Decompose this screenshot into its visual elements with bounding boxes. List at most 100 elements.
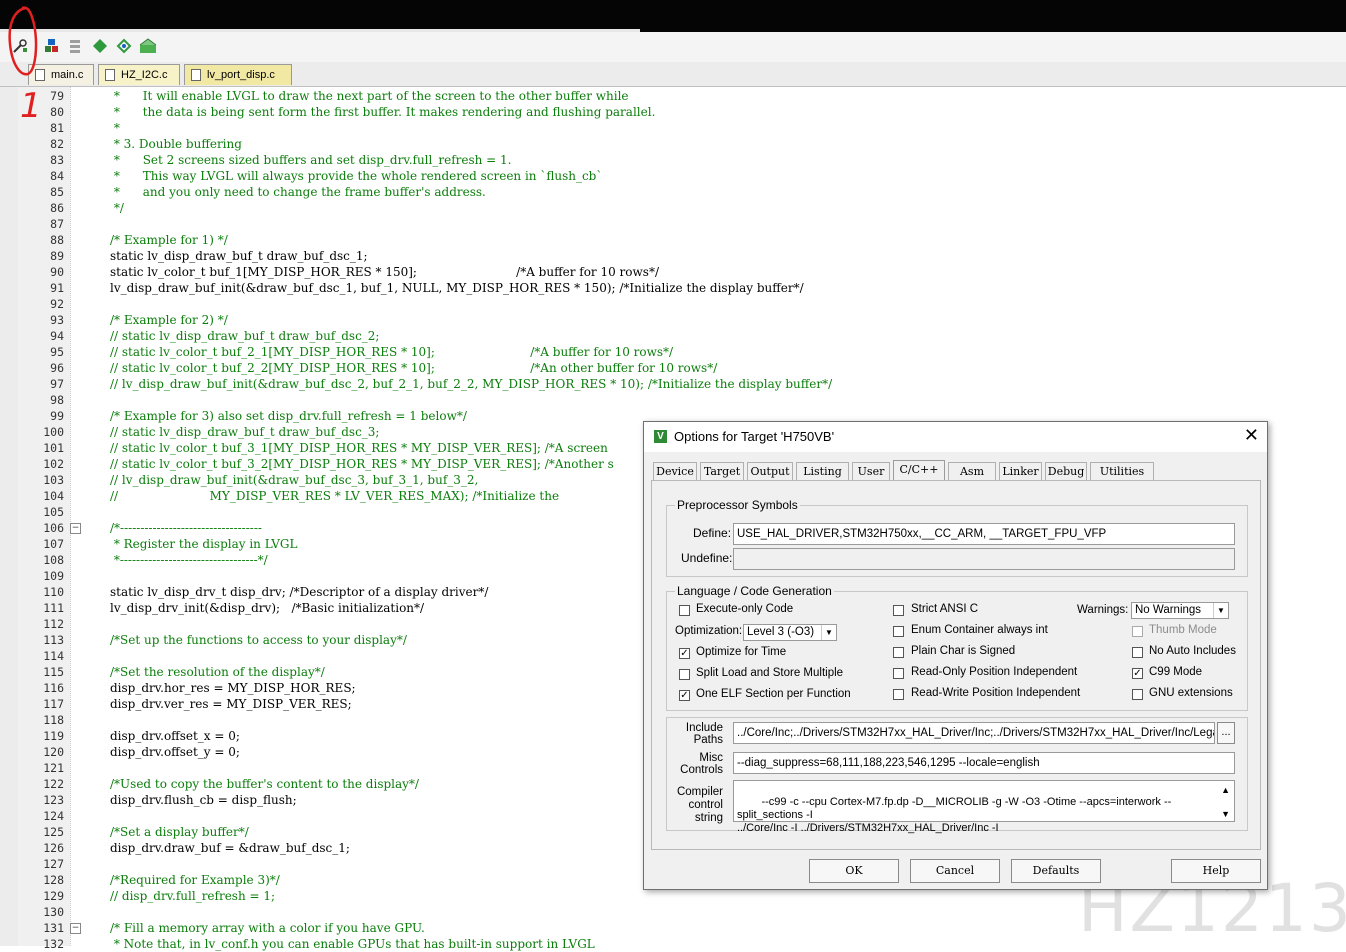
tab-utilities[interactable]: Utilities [1090,462,1154,480]
split-load-checkbox[interactable] [679,669,690,680]
chevron-down-icon: ▼ [821,625,836,640]
debug-icon[interactable] [114,37,134,57]
code-text: /*Required for Example 3)*/ [110,873,280,887]
dialog-title: Options for Target 'H750VB' [674,429,835,444]
include-label-line: Paths [693,734,723,746]
code-text: * [110,121,120,135]
tab-c-cpp[interactable]: C/C++ [893,460,945,481]
line-number: 105 [43,505,64,519]
optimization-select[interactable]: Level 3 (-O3) ▼ [743,624,837,641]
tab-user[interactable]: User [852,462,890,480]
enum-container-checkbox[interactable] [893,626,904,637]
no-auto-includes-checkbox[interactable] [1132,647,1143,658]
dialog-tabs: Device Target Output Listing User C/C++ … [653,460,1253,481]
include-label-line: Include [685,722,723,734]
line-number: 120 [43,745,64,759]
code-line: 93 /* Example for 2) */ [0,312,1346,328]
close-icon[interactable]: ✕ [1244,425,1259,446]
line-number: 123 [43,793,64,807]
line-number: 112 [43,617,64,631]
include-paths-browse-button[interactable]: ... [1217,722,1235,744]
scroll-up-icon[interactable]: ▲ [1221,784,1230,797]
line-number: 102 [43,457,64,471]
line-number: 118 [43,713,64,727]
code-text: * It will enable LVGL to draw the next p… [110,89,629,103]
manage-components-icon[interactable] [42,37,62,57]
define-field[interactable]: USE_HAL_DRIVER,STM32H750xx,__CC_ARM, __T… [733,523,1235,545]
optimize-time-checkbox[interactable]: ✓ [679,648,690,659]
tab-debug[interactable]: Debug [1045,462,1087,480]
tab-target[interactable]: Target [700,462,744,480]
line-number: 116 [43,681,64,695]
tab-device[interactable]: Device [653,462,697,480]
line-number: 94 [50,329,64,343]
line-number: 104 [43,489,64,503]
line-number: 84 [50,169,64,183]
code-line: 84 * This way LVGL will always provide t… [0,168,1346,184]
compiler-control-string[interactable]: --c99 -c --cpu Cortex-M7.fp.dp -D__MICRO… [733,780,1235,834]
download-icon[interactable] [90,37,110,57]
line-number: 117 [43,697,64,711]
code-text: /*Set the resolution of the display*/ [110,665,325,679]
tab-output[interactable]: Output [747,462,793,480]
tab-hz-i2c-c[interactable]: HZ_I2C.c [98,64,180,85]
fold-toggle-icon[interactable]: − [70,523,81,534]
execute-only-checkbox[interactable] [679,605,690,616]
line-number: 125 [43,825,64,839]
optimize-time-label: Optimize for Time [696,646,787,658]
defaults-button[interactable]: Defaults [1011,859,1101,883]
ok-button[interactable]: OK [809,859,899,883]
line-number: 106 [43,521,64,535]
pack-installer-icon[interactable] [138,37,158,57]
misc-controls-field[interactable]: --diag_suppress=68,111,188,223,546,1295 … [733,752,1235,774]
code-line: 88 /* Example for 1) */ [0,232,1346,248]
code-text: static lv_color_t buf_1[MY_DISP_HOR_RES … [110,265,659,279]
tab-asm[interactable]: Asm [948,462,996,480]
tab-linker[interactable]: Linker [999,462,1042,480]
line-number: 85 [50,185,64,199]
strict-ansi-checkbox[interactable] [893,605,904,616]
code-line: 83 * Set 2 screens sized buffers and set… [0,152,1346,168]
code-text: /* Example for 3) also set disp_drv.full… [110,409,467,423]
scroll-down-icon[interactable]: ▼ [1221,808,1230,821]
tab-lv-port-disp-c[interactable]: lv_port_disp.c [184,64,292,85]
line-number: 126 [43,841,64,855]
ro-pi-checkbox[interactable] [893,668,904,679]
undefine-field[interactable] [733,548,1235,570]
code-line: 87 [0,216,1346,232]
cancel-button[interactable]: Cancel [910,859,1000,883]
include-paths-field[interactable]: ../Core/Inc;../Drivers/STM32H7xx_HAL_Dri… [733,722,1215,744]
line-number: 89 [50,249,64,263]
line-number: 131 [43,921,64,935]
dialog-title-bar: V Options for Target 'H750VB' ✕ [644,422,1267,452]
code-line: 90 static lv_color_t buf_1[MY_DISP_HOR_RE… [0,264,1346,280]
one-elf-checkbox[interactable]: ✓ [679,690,690,701]
help-button[interactable]: Help [1171,859,1261,883]
code-text: // static lv_color_t buf_3_2[MY_DISP_HOR… [110,457,614,471]
code-text: /*Used to copy the buffer's content to t… [110,777,419,791]
toolbar [0,32,1346,63]
fold-toggle-icon[interactable]: − [70,923,81,934]
code-text: // static lv_color_t buf_2_2[MY_DISP_HOR… [110,361,718,375]
line-number: 115 [43,665,64,679]
line-number: 88 [50,233,64,247]
line-number: 83 [50,153,64,167]
line-number: 98 [50,393,64,407]
code-line: 96 // static lv_color_t buf_2_2[MY_DISP_H… [0,360,1346,376]
code-line: 85 * and you only need to change the fra… [0,184,1346,200]
tab-listing[interactable]: Listing [796,462,849,480]
line-number: 92 [50,297,64,311]
batch-build-icon[interactable] [66,37,86,57]
c99-mode-checkbox[interactable]: ✓ [1132,668,1143,679]
code-text: lv_disp_drv_init(&disp_drv); /*Basic ini… [110,601,425,615]
code-line: 80 * the data is being sent form the fir… [0,104,1346,120]
warnings-select[interactable]: No Warnings ▼ [1131,602,1229,619]
misc-label-line: Misc [699,752,723,764]
plain-char-checkbox[interactable] [893,647,904,658]
gnu-extensions-checkbox[interactable] [1132,689,1143,700]
rw-pi-checkbox[interactable] [893,689,904,700]
line-number: 113 [43,633,64,647]
code-text: * Register the display in LVGL [110,537,298,551]
code-line: 86 */ [0,200,1346,216]
code-text: // static lv_color_t buf_3_1[MY_DISP_HOR… [110,441,608,455]
